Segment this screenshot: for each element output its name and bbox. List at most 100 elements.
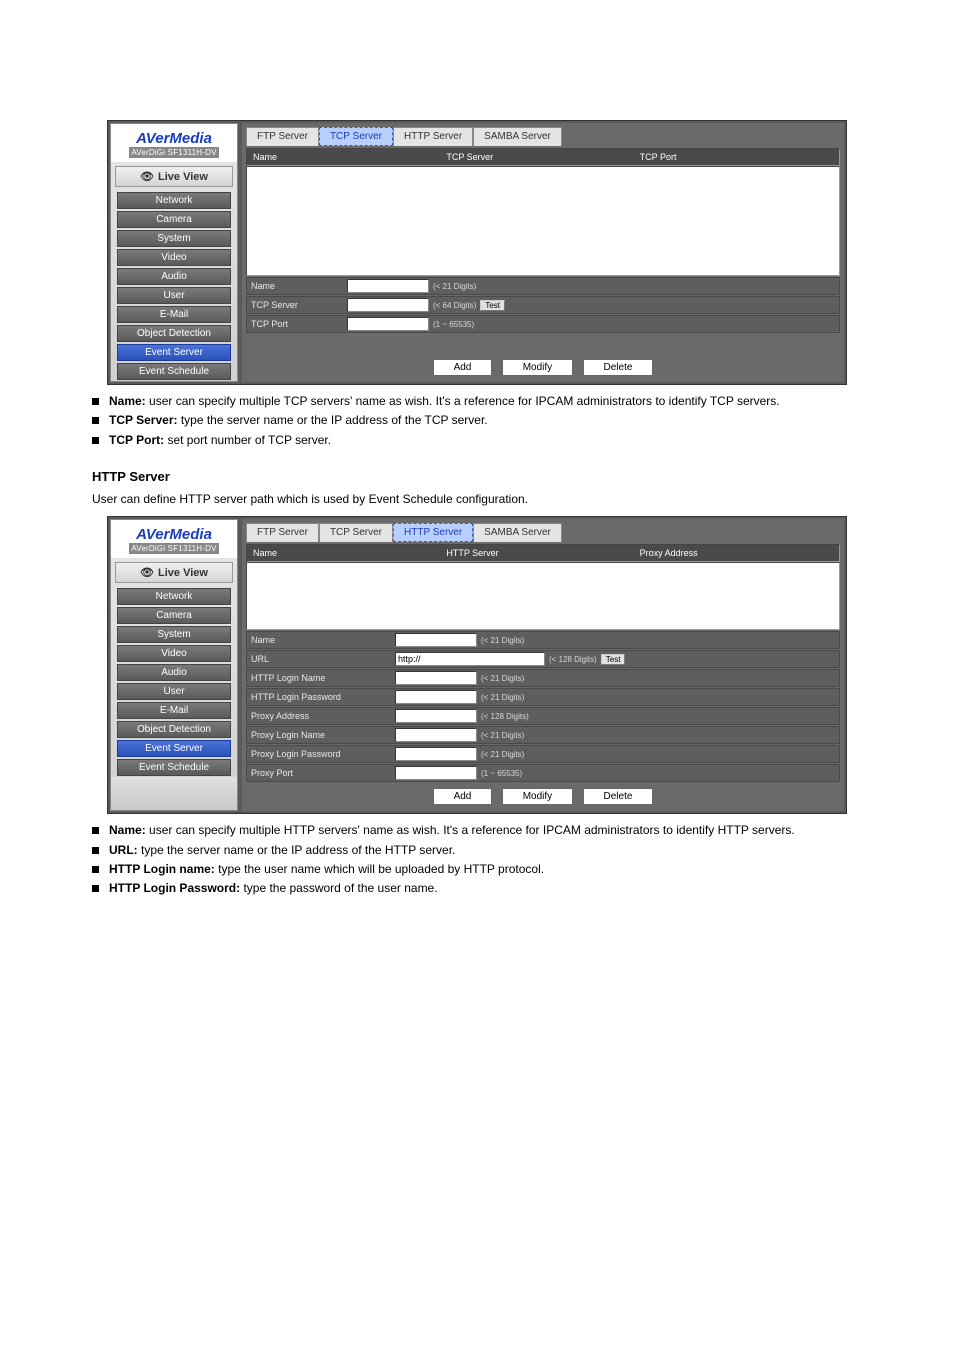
input-proxy-login[interactable] [395,728,477,742]
row-http-name: Name (< 21 Digits) [246,631,840,649]
sidebar-item-camera[interactable]: Camera [117,211,231,228]
col-http-server: HTTP Server [446,548,639,558]
sidebar-item-user[interactable]: User [117,683,231,700]
sidebar-item-video[interactable]: Video [117,249,231,266]
label-proxy-login: Proxy Login Name [251,730,391,740]
hint-http-pass: (< 21 Digits) [481,693,524,702]
hint-tcp-name: (< 21 Digits) [433,282,476,291]
live-view-button[interactable]: 👁Live View [115,562,233,583]
hint-proxy-pass: (< 21 Digits) [481,750,524,759]
col-name: Name [253,152,446,162]
add-button[interactable]: Add [433,359,493,376]
sidebar-item-event-schedule[interactable]: Event Schedule [117,759,231,776]
tab-tcp[interactable]: TCP Server [319,127,393,146]
live-view-button[interactable]: 👁Live View [115,166,233,187]
tab-ftp[interactable]: FTP Server [246,523,319,542]
row-tcp-server: TCP Server (< 64 Digits) Test [246,296,840,314]
hint-http-url: (< 128 Digits) [549,655,597,664]
row-proxy-port: Proxy Port (1 ~ 65535) [246,764,840,782]
hint-tcp-server: (< 64 Digits) [433,301,476,310]
delete-button[interactable]: Delete [583,788,654,805]
sidebar-item-network[interactable]: Network [117,192,231,209]
sidebar-item-email[interactable]: E-Mail [117,702,231,719]
tab-ftp[interactable]: FTP Server [246,127,319,146]
add-button[interactable]: Add [433,788,493,805]
sidebar-item-network[interactable]: Network [117,588,231,605]
sidebar-item-audio[interactable]: Audio [117,664,231,681]
label-proxy-addr: Proxy Address [251,711,391,721]
input-proxy-addr[interactable] [395,709,477,723]
eye-icon: 👁 [140,567,154,579]
bullet-icon [92,437,99,444]
input-http-url[interactable] [395,652,545,666]
content-panel: FTP Server TCP Server HTTP Server SAMBA … [242,123,844,382]
http-intro: User can define HTTP server path which i… [80,492,874,506]
modify-button[interactable]: Modify [502,788,573,805]
sidebar-item-camera[interactable]: Camera [117,607,231,624]
tcp-doc-block: Name: user can specify multiple TCP serv… [80,393,874,449]
tab-samba[interactable]: SAMBA Server [473,523,562,542]
brand-logo: AVerMedia AVerDiGi SF1311H-DV [111,520,237,558]
tcp-table-header: Name TCP Server TCP Port [246,148,840,166]
label-tcp-port: TCP Port [251,319,343,329]
http-bullet-login: HTTP Login name: type the user name whic… [92,861,874,878]
tab-samba[interactable]: SAMBA Server [473,127,562,146]
input-http-login[interactable] [395,671,477,685]
input-tcp-name[interactable] [347,279,429,293]
http-table-body[interactable] [246,562,840,630]
sidebar-item-event-server[interactable]: Event Server [117,740,231,757]
hint-http-login: (< 21 Digits) [481,674,524,683]
input-proxy-port[interactable] [395,766,477,780]
sidebar-item-event-server[interactable]: Event Server [117,344,231,361]
sidebar-item-system[interactable]: System [117,230,231,247]
sidebar-item-system[interactable]: System [117,626,231,643]
input-tcp-server[interactable] [347,298,429,312]
sidebar-item-user[interactable]: User [117,287,231,304]
tab-tcp[interactable]: TCP Server [319,523,393,542]
row-tcp-name: Name (< 21 Digits) [246,277,840,295]
row-proxy-addr: Proxy Address (< 128 Digits) [246,707,840,725]
http-bullet-url: URL: type the server name or the IP addr… [92,842,874,859]
tab-http[interactable]: HTTP Server [393,523,473,542]
label-tcp-server: TCP Server [251,300,343,310]
tcp-spacer [246,333,840,353]
input-http-pass[interactable] [395,690,477,704]
bullet-icon [92,885,99,892]
label-proxy-pass: Proxy Login Password [251,749,391,759]
bullet-icon [92,827,99,834]
tcp-table-body[interactable] [246,166,840,276]
logo-model: AVerDiGi SF1311H-DV [129,147,218,158]
col-tcp-port: TCP Port [640,152,833,162]
sidebar-item-object-detection[interactable]: Object Detection [117,721,231,738]
tab-http[interactable]: HTTP Server [393,127,473,146]
sidebar-item-object-detection[interactable]: Object Detection [117,325,231,342]
sidebar-item-email[interactable]: E-Mail [117,306,231,323]
input-http-name[interactable] [395,633,477,647]
http-section-title: HTTP Server [92,469,874,484]
http-doc-block: Name: user can specify multiple HTTP ser… [80,822,874,898]
modify-button[interactable]: Modify [502,359,573,376]
hint-proxy-port: (1 ~ 65535) [481,769,522,778]
delete-button[interactable]: Delete [583,359,654,376]
label-http-url: URL [251,654,391,664]
hint-tcp-port: (1 ~ 65535) [433,320,474,329]
input-tcp-port[interactable] [347,317,429,331]
row-http-login: HTTP Login Name (< 21 Digits) [246,669,840,687]
hint-http-name: (< 21 Digits) [481,636,524,645]
logo-text: AVerMedia [113,130,235,147]
sidebar-item-audio[interactable]: Audio [117,268,231,285]
test-http-button[interactable]: Test [601,654,626,665]
sidebar-item-video[interactable]: Video [117,645,231,662]
input-proxy-pass[interactable] [395,747,477,761]
row-http-url: URL (< 128 Digits) Test [246,650,840,668]
logo-model: AVerDiGi SF1311H-DV [129,543,218,554]
tcp-bullet-port: TCP Port: set port number of TCP server. [92,432,874,449]
label-http-name: Name [251,635,391,645]
tab-bar: FTP Server TCP Server HTTP Server SAMBA … [246,127,840,146]
content-panel: FTP Server TCP Server HTTP Server SAMBA … [242,519,844,811]
test-tcp-button[interactable]: Test [480,300,505,311]
bullet-icon [92,398,99,405]
sidebar-item-event-schedule[interactable]: Event Schedule [117,363,231,380]
col-proxy: Proxy Address [640,548,833,558]
logo-text: AVerMedia [113,526,235,543]
